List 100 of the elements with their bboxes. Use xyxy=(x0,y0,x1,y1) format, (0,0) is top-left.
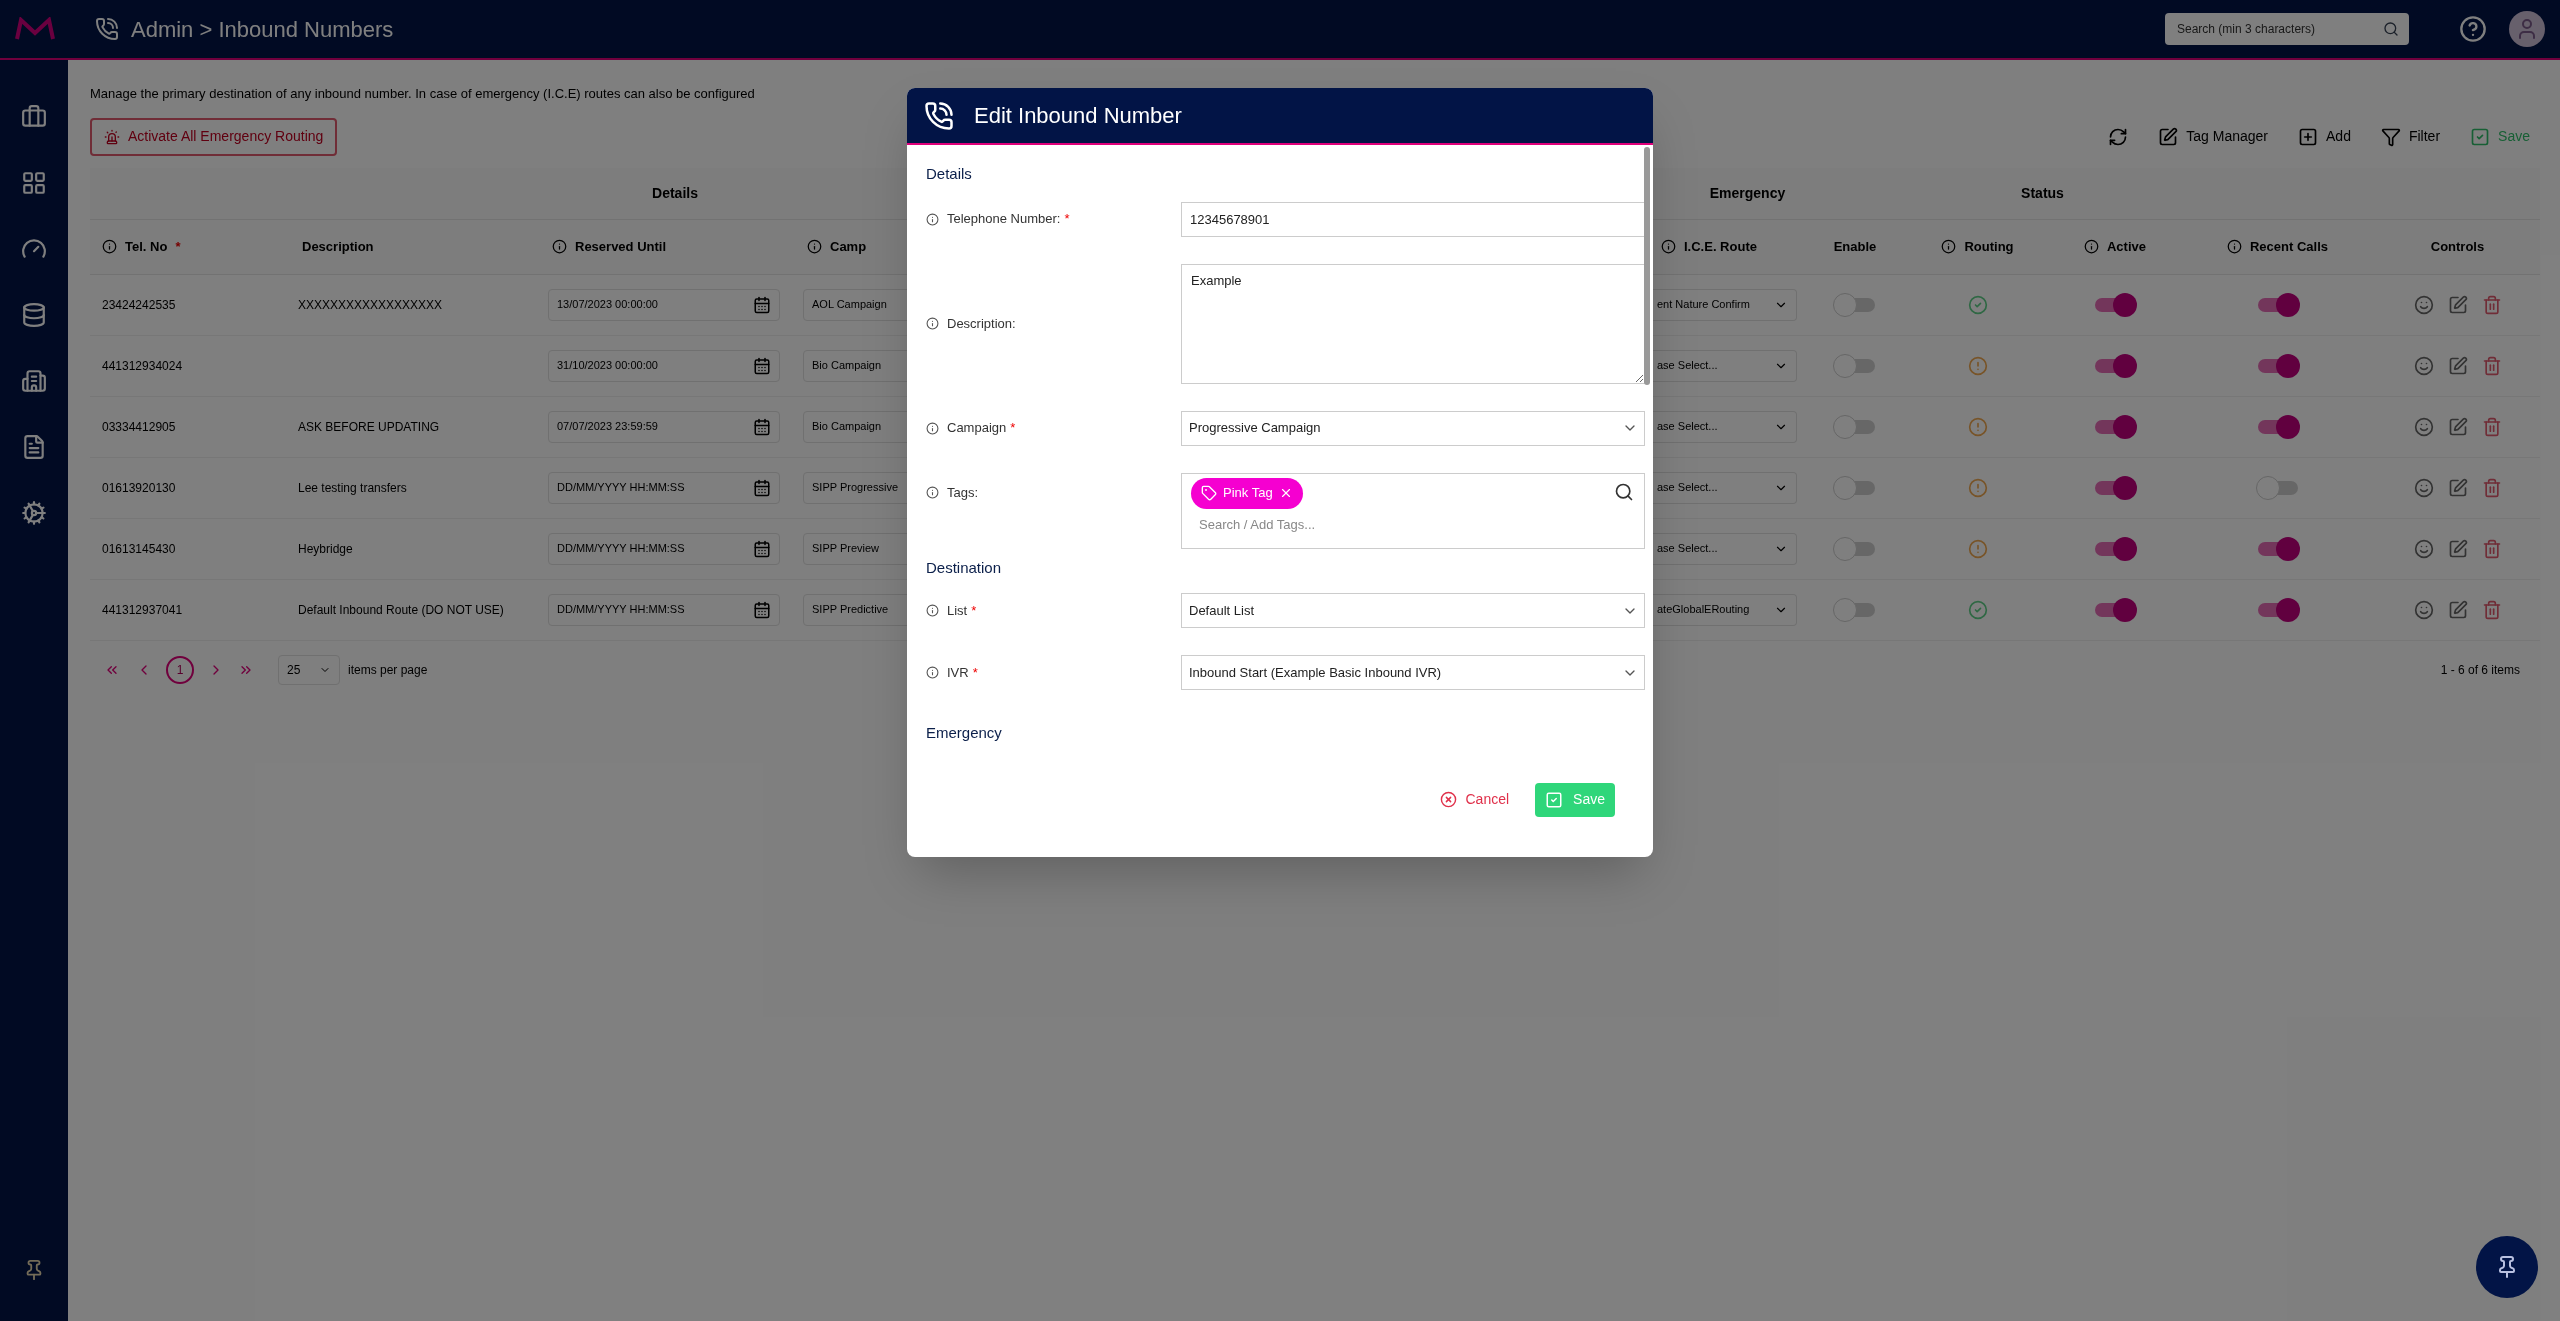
face-icon[interactable] xyxy=(2413,355,2434,376)
info-icon[interactable] xyxy=(2084,239,2099,254)
info-icon[interactable] xyxy=(1661,239,1676,254)
face-icon[interactable] xyxy=(2413,477,2434,498)
briefcase-icon[interactable] xyxy=(21,104,47,130)
search-icon[interactable] xyxy=(1614,481,1634,502)
emergency-routing-button[interactable]: Activate All Emergency Routing xyxy=(90,117,338,156)
calendar-icon[interactable] xyxy=(753,356,771,375)
calendar-icon[interactable] xyxy=(753,539,771,558)
toggle-switch[interactable] xyxy=(2093,353,2137,378)
info-icon[interactable] xyxy=(926,604,939,617)
date-field[interactable]: 31/10/2023 00:00:00 xyxy=(548,349,780,382)
calendar-icon[interactable] xyxy=(753,417,771,436)
calendar-icon[interactable] xyxy=(753,295,771,314)
cancel-button[interactable]: Cancel xyxy=(1440,789,1510,810)
group-header: Status xyxy=(2021,183,2064,203)
telephone-input[interactable]: 12345678901 xyxy=(1181,201,1645,237)
face-icon[interactable] xyxy=(2413,416,2434,437)
page-number[interactable]: 1 xyxy=(166,655,194,684)
toggle-switch[interactable] xyxy=(1833,353,1877,378)
gear-icon[interactable] xyxy=(21,500,47,526)
toggle-switch[interactable] xyxy=(2093,475,2137,500)
page-size-select[interactable]: 25 xyxy=(278,654,340,685)
edit-icon[interactable] xyxy=(2447,294,2468,315)
edit-icon[interactable] xyxy=(2447,416,2468,437)
help-icon[interactable] xyxy=(2459,15,2487,43)
info-icon[interactable] xyxy=(2226,239,2242,254)
date-field[interactable]: DD/MM/YYYY HH:MM:SS xyxy=(548,593,780,626)
select-field[interactable]: Default List xyxy=(1181,593,1645,628)
toggle-switch[interactable] xyxy=(1833,536,1877,561)
date-field[interactable]: DD/MM/YYYY HH:MM:SS xyxy=(548,532,780,565)
cancel-icon xyxy=(1440,791,1458,808)
edit-icon[interactable] xyxy=(2447,538,2468,559)
ice-route-select[interactable]: ase Select... xyxy=(1653,471,1797,504)
ice-route-select[interactable]: ase Select... xyxy=(1653,410,1797,443)
ice-route-select[interactable]: ateGlobalERouting xyxy=(1653,593,1797,626)
select-field[interactable]: Progressive Campaign xyxy=(1181,410,1645,446)
delete-icon[interactable] xyxy=(2481,599,2502,620)
delete-icon[interactable] xyxy=(2481,477,2502,498)
scrollbar[interactable] xyxy=(1644,147,1650,385)
grid-icon[interactable] xyxy=(21,170,47,196)
date-field[interactable]: DD/MM/YYYY HH:MM:SS xyxy=(548,471,780,504)
info-icon[interactable] xyxy=(926,317,939,330)
info-icon[interactable] xyxy=(926,485,939,499)
document-icon[interactable] xyxy=(21,434,47,460)
table-cell-text: 03334412905 xyxy=(102,418,176,436)
calendar-icon[interactable] xyxy=(753,478,771,497)
column-header: Camp xyxy=(830,237,867,256)
info-icon[interactable] xyxy=(926,421,939,435)
face-icon[interactable] xyxy=(2413,294,2434,315)
edit-icon[interactable] xyxy=(2447,477,2468,498)
delete-icon[interactable] xyxy=(2481,416,2502,437)
select-field[interactable]: Inbound Start (Example Basic Inbound IVR) xyxy=(1181,655,1645,690)
building-icon[interactable] xyxy=(21,368,47,394)
column-header: Controls xyxy=(2430,237,2485,256)
info-icon[interactable] xyxy=(807,239,822,254)
required-mark: * xyxy=(1064,210,1070,229)
toggle-switch[interactable] xyxy=(2093,536,2137,561)
toggle-switch[interactable] xyxy=(2093,292,2137,317)
toggle-switch[interactable] xyxy=(1833,292,1877,317)
ice-route-select[interactable]: ase Select... xyxy=(1653,532,1797,565)
tags-field[interactable]: Pink Tag Search / Add Tags... xyxy=(1181,472,1645,549)
tag-chip[interactable]: Pink Tag xyxy=(1191,477,1303,509)
info-icon[interactable] xyxy=(552,239,567,254)
search-field[interactable]: Search (min 3 characters) xyxy=(2165,13,2409,45)
description-textarea[interactable]: Example xyxy=(1181,263,1645,384)
edit-icon[interactable] xyxy=(2447,599,2468,620)
required-mark: * xyxy=(972,663,978,682)
ice-route-select[interactable]: ent Nature Confirm xyxy=(1653,288,1797,321)
delete-icon[interactable] xyxy=(2481,355,2502,376)
toggle-switch[interactable] xyxy=(2255,475,2300,500)
info-icon[interactable] xyxy=(102,239,117,254)
toggle-switch[interactable] xyxy=(1833,475,1877,500)
table-cell-text: Lee testing transfers xyxy=(298,479,407,497)
table-cell-text: 23424242535 xyxy=(102,296,176,314)
checkbox-icon xyxy=(1545,790,1564,809)
date-field[interactable]: 07/07/2023 23:59:59 xyxy=(548,410,780,443)
toggle-switch[interactable] xyxy=(2093,414,2137,439)
edit-icon[interactable] xyxy=(2447,355,2468,376)
refresh-button[interactable] xyxy=(2108,126,2129,147)
info-icon[interactable] xyxy=(1941,239,1957,254)
info-icon[interactable] xyxy=(926,212,939,226)
delete-icon[interactable] xyxy=(2481,538,2502,559)
delete-icon[interactable] xyxy=(2481,294,2502,315)
avatar[interactable] xyxy=(2509,11,2545,47)
calendar-icon[interactable] xyxy=(753,600,771,619)
toggle-switch[interactable] xyxy=(1833,597,1877,622)
toolbar-button[interactable]: Filter xyxy=(2380,126,2441,147)
toggle-switch[interactable] xyxy=(1833,414,1877,439)
required-mark: * xyxy=(175,237,181,256)
ice-route-select[interactable]: ase Select... xyxy=(1653,349,1797,382)
toolbar-button[interactable]: Add xyxy=(2298,126,2351,147)
date-field[interactable]: 13/07/2023 00:00:00 xyxy=(548,288,780,321)
column-header: Description xyxy=(302,237,374,256)
face-icon[interactable] xyxy=(2413,538,2434,559)
info-icon[interactable] xyxy=(926,666,939,679)
database-icon[interactable] xyxy=(21,302,47,328)
toolbar-button[interactable]: Tag Manager xyxy=(2158,126,2269,147)
face-icon[interactable] xyxy=(2413,599,2434,620)
toggle-switch[interactable] xyxy=(2093,597,2137,622)
